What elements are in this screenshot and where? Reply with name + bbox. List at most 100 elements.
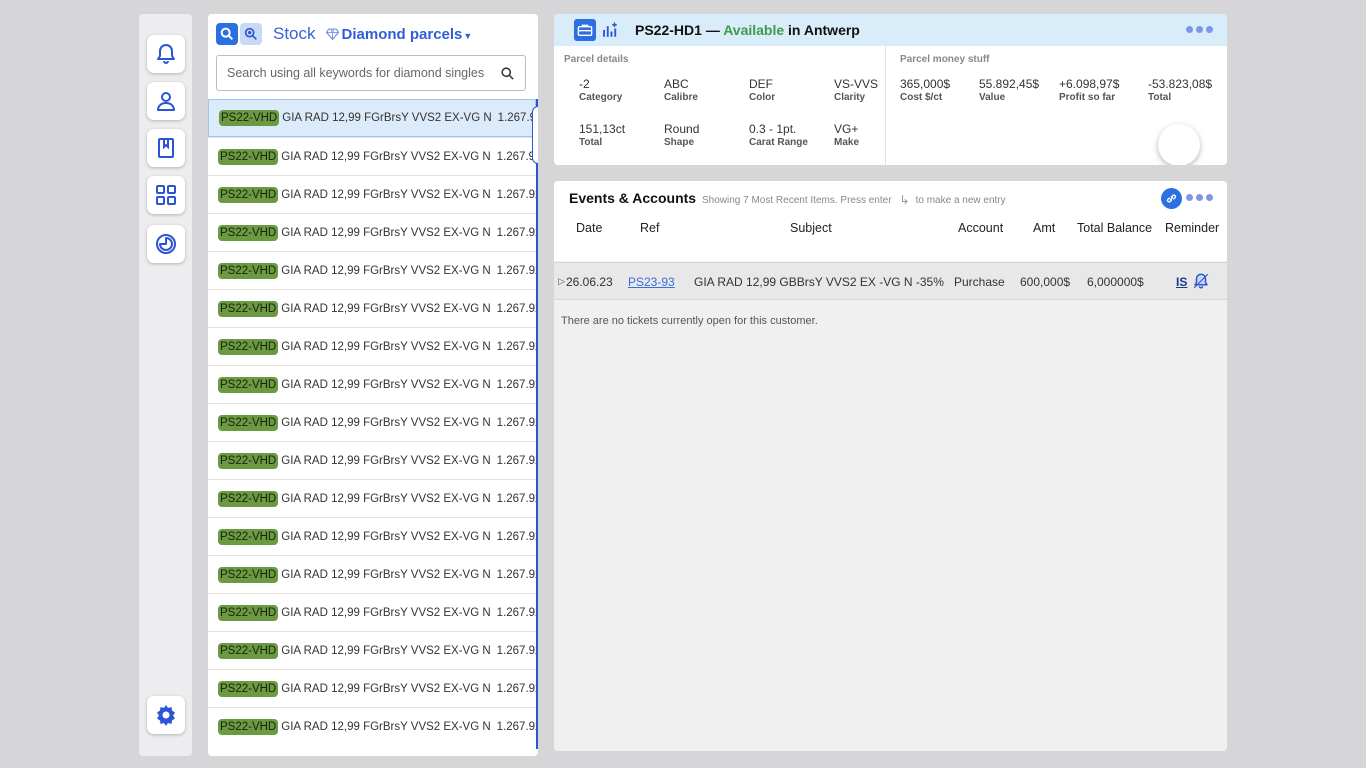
dashboard-button[interactable]: [147, 176, 185, 214]
stat-item: -2 Category: [579, 77, 622, 103]
list-item[interactable]: PS22-VHD GIA RAD 12,99 FGrBrsY VVS2 EX-VG…: [208, 213, 538, 251]
parcel-description: GIA RAD 12,99 FGrBrsY VVS2 EX-VG N: [281, 568, 491, 581]
stat-label: Total: [579, 137, 603, 148]
parcel-description: GIA RAD 12,99 FGrBrsY VVS2 EX-VG N: [281, 340, 491, 353]
column-header-account[interactable]: Account: [958, 221, 1003, 235]
parcel-body: Parcel details Parcel money stuff -2 Cate…: [554, 46, 1227, 165]
parcel-tag: PS22-VHD: [218, 224, 279, 241]
events-hint: Showing 7 Most Recent Items. Press enter…: [702, 193, 1006, 207]
advanced-search-button[interactable]: [240, 23, 262, 45]
parcel-tag: PS22-VHD: [218, 604, 279, 621]
parcel-tag: PS22-VHD: [218, 262, 279, 279]
zoom-search-icon: [244, 27, 257, 40]
search-icon[interactable]: [500, 66, 515, 81]
list-item[interactable]: PS22-VHD GIA RAD 12,99 FGrBrsY VVS2 EX-VG…: [208, 175, 538, 213]
category-dropdown[interactable]: Diamond parcels ▼: [325, 25, 472, 43]
column-header-ref[interactable]: Ref: [640, 221, 659, 235]
parcel-header: PS22-HD1 — Available in Antwerp: [554, 14, 1227, 46]
stat-value: Round: [664, 122, 700, 136]
list-item[interactable]: PS22-VHD GIA RAD 12,99 FGrBrsY VVS2 EX-VG…: [208, 555, 538, 593]
parcel-price: 1.267.929$: [496, 188, 538, 201]
list-item[interactable]: PS22-VHD GIA RAD 12,99 FGrBrsY VVS2 EX-VG…: [208, 441, 538, 479]
parcel-description: GIA RAD 12,99 FGrBrsY VVS2 EX-VG N: [281, 264, 491, 277]
search-input[interactable]: [227, 66, 500, 80]
floating-action-button[interactable]: [1158, 124, 1200, 165]
bar-chart-add-icon: [603, 22, 617, 37]
row-ref-link[interactable]: PS23-93: [628, 275, 675, 289]
list-item[interactable]: PS22-VHD GIA RAD 12,99 FGrBrsY VVS2 EX-VG…: [208, 479, 538, 517]
settings-button[interactable]: [147, 696, 185, 734]
row-reminder-initials[interactable]: IS: [1176, 275, 1187, 289]
bell-icon: [157, 44, 175, 64]
table-row[interactable]: ▷ 26.06.23 PS23-93 GIA RAD 12,99 GBBrsY …: [554, 262, 1227, 300]
link-icon: [1166, 194, 1177, 203]
category-dropdown-label: Diamond parcels: [341, 25, 463, 43]
briefcase-icon: [577, 24, 593, 36]
events-header: Events & Accounts Showing 7 Most Recent …: [554, 181, 1227, 261]
list-item[interactable]: PS22-VHD GIA RAD 12,99 FGrBrsY VVS2 EX-VG…: [208, 593, 538, 631]
reports-button[interactable]: [147, 225, 185, 263]
list-item[interactable]: PS22-VHD GIA RAD 12,99 FGrBrsY VVS2 EX-VG…: [208, 289, 538, 327]
column-header-amt[interactable]: Amt: [1033, 221, 1055, 235]
list-item[interactable]: PS22-VHD GIA RAD 12,99 FGrBrsY VVS2 EX-VG…: [208, 669, 538, 707]
events-hint-suffix: to make a new entry: [915, 194, 1006, 206]
events-hint-prefix: Showing 7 Most Recent Items. Press enter: [702, 194, 892, 206]
pie-chart-icon: [156, 234, 176, 254]
parcel-stats-button[interactable]: [599, 19, 621, 41]
book-icon: [158, 138, 174, 158]
parcel-tag: PS22-VHD: [218, 376, 279, 393]
status-badge: Available: [723, 22, 785, 38]
parcel-price: 1.267.929$: [496, 682, 538, 695]
parcel-price: 1.267.929$: [496, 340, 538, 353]
scrollbar-thumb[interactable]: [532, 106, 538, 164]
stat-label: Category: [579, 92, 623, 103]
list-item[interactable]: PS22-VHD GIA RAD 12,99 FGrBrsY VVS2 EX-VG…: [208, 365, 538, 403]
list-item[interactable]: PS22-VHD GIA RAD 12,99 FGrBrsY VVS2 EX-VG…: [208, 99, 538, 137]
list-item[interactable]: PS22-VHD GIA RAD 12,99 FGrBrsY VVS2 EX-VG…: [208, 327, 538, 365]
stat-label: Carat Range: [749, 137, 808, 148]
stock-list: PS22-VHD GIA RAD 12,99 FGrBrsY VVS2 EX-VG…: [208, 99, 538, 745]
stock-search: [216, 55, 526, 91]
notifications-button[interactable]: [147, 35, 185, 73]
stat-value: VG+: [834, 122, 859, 136]
parcel-card: PS22-HD1 — Available in Antwerp Parcel d…: [554, 14, 1227, 165]
row-date: 26.06.23: [566, 275, 613, 289]
events-more-button[interactable]: [1186, 194, 1213, 201]
list-item[interactable]: PS22-VHD GIA RAD 12,99 FGrBrsY VVS2 EX-VG…: [208, 707, 538, 745]
list-item[interactable]: PS22-VHD GIA RAD 12,99 FGrBrsY VVS2 EX-VG…: [208, 251, 538, 289]
stat-value: ABC: [664, 77, 689, 91]
column-header-total-balance[interactable]: Total Balance: [1077, 221, 1152, 235]
parcel-description: GIA RAD 12,99 FGrBrsY VVS2 EX-VG N: [281, 492, 491, 505]
reminder-bell-icon[interactable]: [1192, 271, 1210, 291]
ledger-button[interactable]: [147, 129, 185, 167]
scrollbar-track[interactable]: [536, 99, 538, 749]
stat-label: Cost $/ct: [900, 92, 943, 103]
parcel-tag: PS22-VHD: [218, 300, 279, 317]
parcel-description: GIA RAD 12,99 FGrBrsY VVS2 EX-VG N: [281, 454, 491, 467]
parcel-price: 1.267.929$: [496, 416, 538, 429]
link-button[interactable]: [1161, 188, 1182, 209]
profile-button[interactable]: [147, 82, 185, 120]
list-item[interactable]: PS22-VHD GIA RAD 12,99 FGrBrsY VVS2 EX-VG…: [208, 403, 538, 441]
search-mode-button[interactable]: [216, 23, 238, 45]
row-subject: GIA RAD 12,99 GBBrsY VVS2 EX -VG N -35%: [694, 275, 944, 289]
parcel-description: GIA RAD 12,99 FGrBrsY VVS2 EX-VG N: [281, 188, 491, 201]
parcel-type-button[interactable]: [574, 19, 596, 41]
list-item[interactable]: PS22-VHD GIA RAD 12,99 FGrBrsY VVS2 EX-VG…: [208, 137, 538, 175]
expand-row-icon[interactable]: ▷: [558, 276, 565, 287]
parcel-price: 1.267.929$: [496, 492, 538, 505]
stat-value: 0.3 - 1pt.: [749, 122, 797, 136]
parcel-description: GIA RAD 12,99 FGrBrsY VVS2 EX-VG N: [281, 720, 491, 733]
column-header-subject[interactable]: Subject: [790, 221, 832, 235]
stat-item: 365,000$ Cost $/ct: [900, 77, 950, 103]
list-item[interactable]: PS22-VHD GIA RAD 12,99 FGrBrsY VVS2 EX-VG…: [208, 631, 538, 669]
parcel-description: GIA RAD 12,99 FGrBrsY VVS2 EX-VG N: [281, 150, 491, 163]
column-header-reminder[interactable]: Reminder: [1165, 221, 1219, 235]
row-amount: 600,000$: [1020, 275, 1071, 289]
parcel-more-button[interactable]: [1186, 26, 1213, 33]
stat-label: Make: [834, 137, 860, 148]
stat-label: Total: [1148, 92, 1172, 103]
list-item[interactable]: PS22-VHD GIA RAD 12,99 FGrBrsY VVS2 EX-VG…: [208, 517, 538, 555]
column-header-date[interactable]: Date: [576, 221, 602, 235]
parcel-tag: PS22-VHD: [218, 718, 279, 735]
